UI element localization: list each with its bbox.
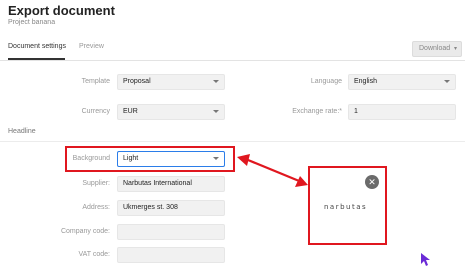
- chevron-down-icon: [213, 80, 219, 83]
- exchange-rate-label: Exchange rate:*: [292, 108, 342, 115]
- currency-value: EUR: [123, 108, 138, 115]
- supplier-label: Supplier:: [82, 180, 110, 187]
- project-subtitle: Project banana: [8, 19, 56, 26]
- tab-preview[interactable]: Preview: [79, 43, 104, 50]
- download-button[interactable]: Download ▾: [412, 41, 462, 57]
- page-title: Export document: [8, 3, 115, 18]
- supplier-logo: narbutas: [324, 203, 368, 211]
- template-label: Template: [81, 78, 110, 85]
- background-label: Background: [72, 155, 110, 162]
- address-label: Address:: [82, 204, 110, 211]
- headline-section-title: Headline: [8, 128, 36, 135]
- background-select[interactable]: Light: [117, 151, 225, 167]
- currency-label: Currency: [81, 108, 110, 115]
- supplier-input[interactable]: Narbutas International: [117, 176, 225, 192]
- vat-code-input[interactable]: [117, 247, 225, 263]
- vat-code-label: VAT code:: [78, 251, 110, 258]
- chevron-down-icon: [444, 80, 450, 83]
- arrow-head-right: [295, 176, 308, 187]
- download-label: Download: [419, 45, 451, 52]
- language-label: Language: [310, 78, 342, 85]
- mouse-cursor-icon: [421, 253, 430, 266]
- company-code-label: Company code:: [60, 228, 110, 235]
- tab-bar: Document settings Preview Download ▾: [0, 36, 465, 61]
- language-select[interactable]: English: [348, 74, 456, 90]
- company-code-input[interactable]: [117, 224, 225, 240]
- currency-select[interactable]: EUR: [117, 104, 225, 120]
- background-value: Light: [123, 155, 139, 162]
- tab-document-settings[interactable]: Document settings: [8, 43, 66, 50]
- section-divider: [0, 141, 465, 142]
- chevron-down-icon: [213, 157, 219, 160]
- active-tab-indicator: [8, 58, 65, 60]
- arrow-line: [247, 158, 305, 185]
- exchange-rate-input[interactable]: 1: [348, 104, 456, 120]
- template-select[interactable]: Proposal: [117, 74, 225, 90]
- close-icon[interactable]: ✕: [365, 175, 379, 189]
- arrow-head-left: [237, 154, 250, 166]
- chevron-down-icon: [213, 110, 219, 113]
- chevron-down-icon: ▾: [453, 46, 457, 52]
- language-value: English: [354, 78, 377, 85]
- template-value: Proposal: [123, 78, 151, 85]
- logo-preview: ✕ narbutas: [308, 166, 387, 245]
- address-input[interactable]: Ukmerges st. 308: [117, 200, 225, 216]
